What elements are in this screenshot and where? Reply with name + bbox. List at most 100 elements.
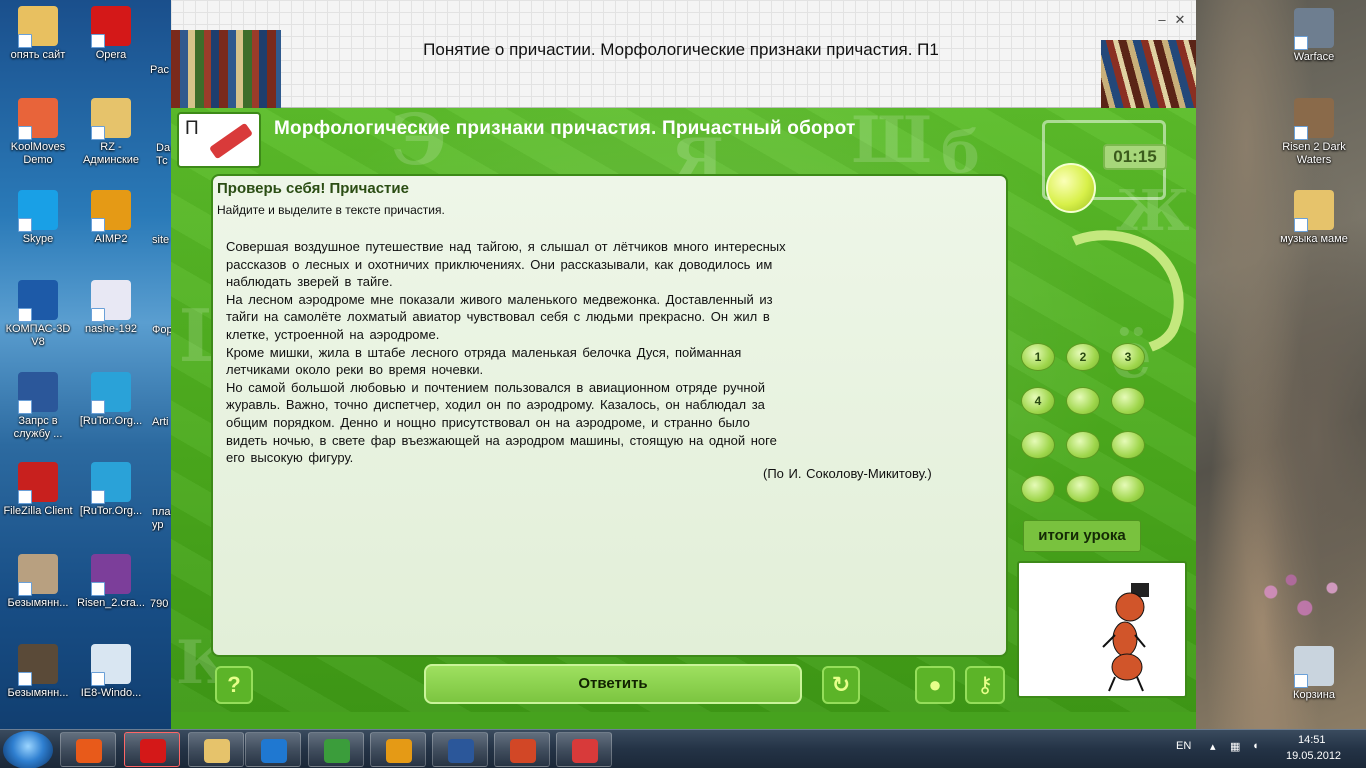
keypad-key[interactable] bbox=[1021, 431, 1055, 459]
desktop-icon[interactable]: Безымянн... bbox=[0, 644, 76, 700]
taskbar-app[interactable] bbox=[556, 732, 612, 767]
desktop-icon[interactable]: [RuTor.Org... bbox=[73, 372, 149, 428]
volume-icon[interactable]: ◖ bbox=[1252, 740, 1259, 752]
desktop-icon-partial[interactable]: site bbox=[152, 234, 172, 247]
keypad-key-1[interactable]: 1 bbox=[1021, 343, 1055, 371]
taskbar-app[interactable] bbox=[245, 732, 301, 767]
letter-decoration: Ш bbox=[851, 103, 933, 178]
network-icon[interactable]: ▦ bbox=[1230, 740, 1240, 753]
desktop-icon[interactable]: Корзина bbox=[1274, 646, 1354, 702]
taskbar-app[interactable] bbox=[124, 732, 180, 767]
audio-file-icon bbox=[91, 280, 131, 322]
desktop-icon-label: пла ур bbox=[152, 506, 171, 531]
key-button[interactable]: ⚷ bbox=[965, 666, 1005, 704]
keypad-key-3[interactable]: 3 bbox=[1111, 343, 1145, 371]
back-arrow-key[interactable] bbox=[1021, 475, 1055, 503]
text-line[interactable]: рассказов о лесных и охотничих приключен… bbox=[226, 256, 961, 274]
text-line[interactable]: На лесном аэродроме мне показали живого … bbox=[226, 291, 961, 309]
image-file-icon bbox=[18, 644, 58, 686]
start-button[interactable] bbox=[3, 731, 53, 768]
keypad-key[interactable] bbox=[1066, 387, 1100, 415]
keypad-key-4[interactable]: 4 bbox=[1021, 387, 1055, 415]
taskbar-app[interactable] bbox=[308, 732, 364, 767]
keypad-key-2[interactable]: 2 bbox=[1066, 343, 1100, 371]
window-titlebar: Понятие о причастии. Морфологические при… bbox=[171, 0, 1196, 108]
desktop-icon-partial[interactable]: Фор bbox=[152, 324, 172, 337]
text-line[interactable]: Кроме мишки, жила в штабе лесного отряда… bbox=[226, 344, 961, 362]
desktop-icon[interactable]: КОМПАС-3D V8 bbox=[0, 280, 76, 349]
desktop-icon[interactable]: nashe-192 bbox=[73, 280, 149, 336]
text-line[interactable]: наблюдать зверей в тайге. bbox=[226, 273, 961, 291]
desktop-icon[interactable]: Безымянн... bbox=[0, 554, 76, 610]
language-indicator[interactable]: EN bbox=[1176, 740, 1191, 752]
forward-arrow-key[interactable] bbox=[1111, 475, 1145, 503]
desktop-icon-partial[interactable]: 790 bbox=[150, 598, 172, 611]
desktop-icon-partial[interactable]: Arti bbox=[152, 416, 172, 429]
clock-time[interactable]: 14:51 bbox=[1298, 734, 1326, 746]
media-player-icon bbox=[76, 739, 102, 763]
desktop-icon[interactable]: KoolMoves Demo bbox=[0, 98, 76, 167]
desktop-icon[interactable]: IE8-Windo... bbox=[73, 644, 149, 700]
desktop-icon[interactable]: RZ - Админские bbox=[73, 98, 149, 167]
hint-button[interactable]: ● bbox=[915, 666, 955, 704]
internet-explorer-icon bbox=[261, 739, 287, 763]
desktop-icon-label: Безымянн... bbox=[7, 687, 69, 699]
desktop-icon[interactable]: Risen 2 Dark Waters bbox=[1274, 98, 1354, 167]
desktop-icon[interactable]: Skype bbox=[0, 190, 76, 246]
text-line[interactable]: общим порядком. Денно и нощно присутство… bbox=[226, 414, 961, 432]
mascot-head bbox=[1115, 592, 1145, 622]
text-line[interactable]: летчиками около реки во время ночевки. bbox=[226, 361, 961, 379]
opera-icon bbox=[91, 6, 131, 48]
taskbar-app[interactable] bbox=[432, 732, 488, 767]
desktop-icon[interactable]: Risen_2.cra... bbox=[73, 554, 149, 610]
keypad-key[interactable] bbox=[1111, 387, 1145, 415]
desktop-icon-partial[interactable]: пла ур bbox=[152, 506, 172, 532]
reset-button[interactable]: ↻ bbox=[822, 666, 860, 704]
text-line[interactable]: Но самой большой любовью и почтением пол… bbox=[226, 379, 961, 397]
tray-arrow-icon[interactable]: ▴ bbox=[1210, 740, 1216, 753]
minimize-button[interactable]: – bbox=[1153, 12, 1171, 28]
taskbar-app[interactable] bbox=[60, 732, 116, 767]
text-line[interactable]: видеть ночью, в свете фар въезжающей на … bbox=[226, 432, 961, 450]
wallpaper-flowers bbox=[1230, 560, 1366, 640]
desktop-icon-label: RZ - Админские bbox=[82, 141, 140, 166]
clock-date[interactable]: 19.05.2012 bbox=[1286, 750, 1341, 762]
desktop-icon[interactable]: FileZilla Client bbox=[0, 462, 76, 518]
filezilla-icon bbox=[18, 462, 58, 504]
taskbar-app[interactable] bbox=[370, 732, 426, 767]
desktop-icon[interactable]: Запрс в службу ... bbox=[0, 372, 76, 441]
lesson-summary-button[interactable]: итоги урока bbox=[1023, 520, 1141, 552]
desktop-icon[interactable]: опять сайт bbox=[0, 6, 76, 62]
desktop-icon-partial[interactable]: Pac bbox=[150, 64, 172, 77]
taskbar-app[interactable] bbox=[494, 732, 550, 767]
desktop-icon[interactable]: музыка маме bbox=[1274, 190, 1354, 246]
desktop-icon[interactable]: AIMP2 bbox=[73, 190, 149, 246]
taskbar-app[interactable] bbox=[188, 732, 244, 767]
keypad-key[interactable] bbox=[1066, 431, 1100, 459]
keypad-key[interactable] bbox=[1111, 431, 1145, 459]
desktop-icon-partial[interactable]: Dа Тс bbox=[156, 142, 172, 168]
text-line[interactable]: его высокую фигуру. bbox=[226, 449, 961, 467]
answer-button[interactable]: Ответить bbox=[424, 664, 802, 704]
desktop-icon-label: nashe-192 bbox=[85, 323, 137, 335]
taskbar: EN ▴ ▦ ◖ 14:51 19.05.2012 bbox=[0, 729, 1366, 768]
text-line[interactable]: тайги на самолёте лохматый авиатор чувст… bbox=[226, 308, 961, 326]
desktop-icon[interactable]: Opera bbox=[73, 6, 149, 62]
text-line[interactable]: журавль. Важно, точно диспетчер, ходил о… bbox=[226, 396, 961, 414]
text-line[interactable]: Совершая воздушное путешествие над тайго… bbox=[226, 238, 961, 256]
desktop-icon-label: Skype bbox=[22, 233, 54, 245]
bookshelf-left-decoration bbox=[171, 30, 281, 108]
mascot-image bbox=[1017, 561, 1187, 698]
refresh-icon: ↻ bbox=[831, 672, 851, 697]
exercise-text[interactable]: Совершая воздушное путешествие над тайго… bbox=[226, 238, 961, 467]
text-line[interactable]: клетке, устроенной на аэродроме. bbox=[226, 326, 961, 344]
desktop-icon[interactable]: [RuTor.Org... bbox=[73, 462, 149, 518]
window-title: Понятие о причастии. Морфологические при… bbox=[423, 40, 939, 59]
keypad-key[interactable] bbox=[1066, 475, 1100, 503]
exercise-instruction: Найдите и выделите в тексте причастия. bbox=[217, 203, 445, 217]
help-button[interactable]: ? bbox=[215, 666, 253, 704]
lesson-logo: П bbox=[177, 112, 261, 168]
close-button[interactable]: ✕ bbox=[1171, 12, 1189, 28]
desktop-icon[interactable]: Warface bbox=[1274, 8, 1354, 64]
lesson-area: Э Я Ш б Ш К ё Ж П Морфологические призна… bbox=[171, 98, 1204, 712]
